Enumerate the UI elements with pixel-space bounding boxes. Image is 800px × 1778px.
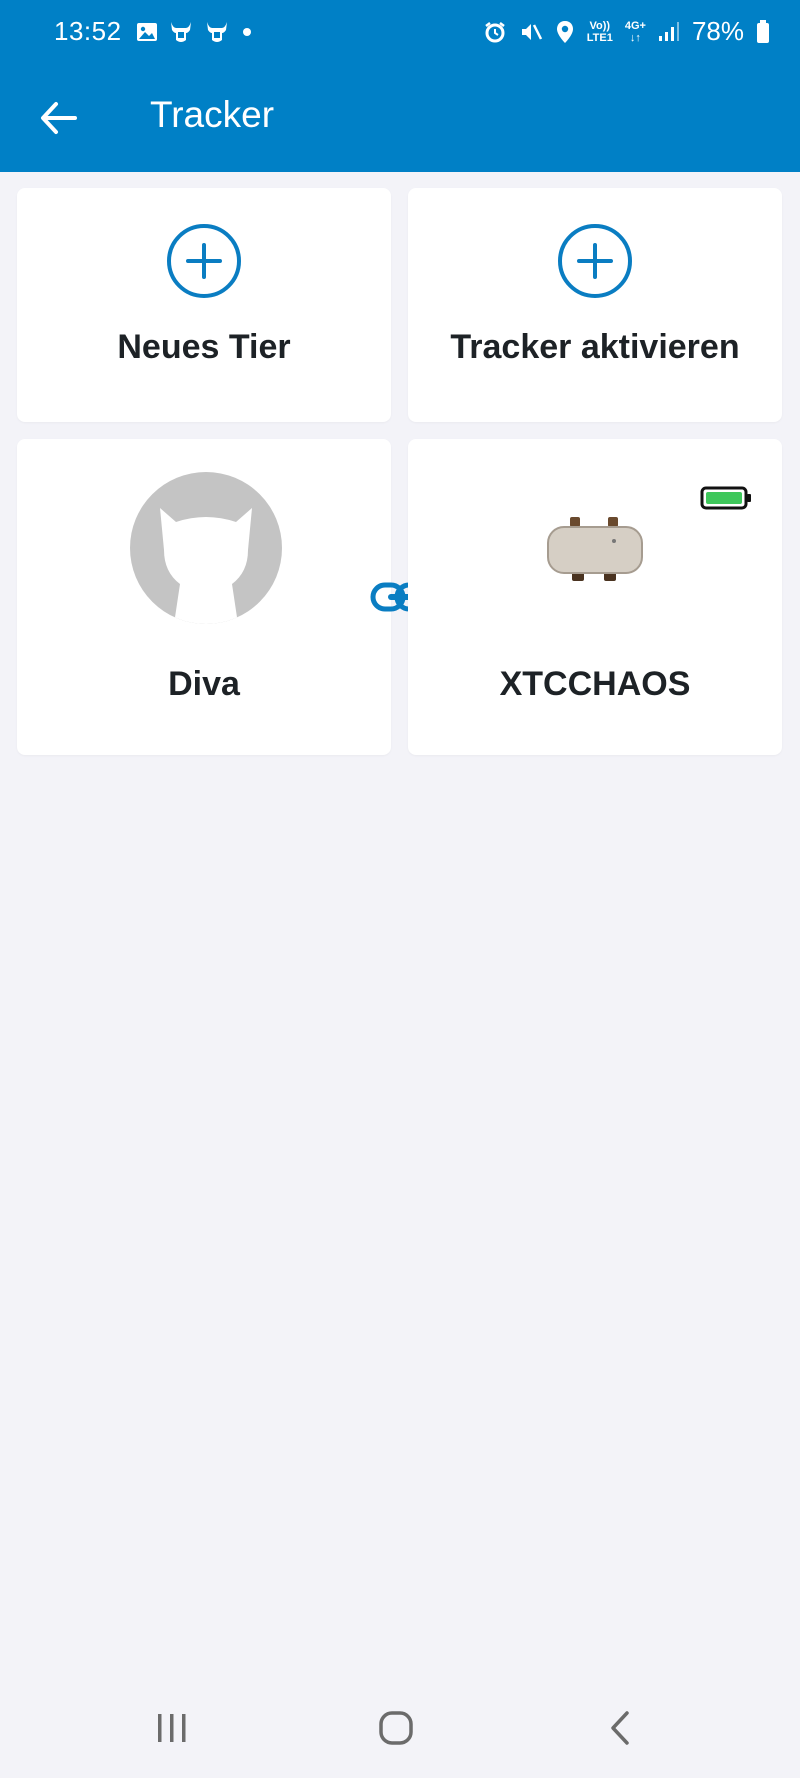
- toolbar: Tracker: [0, 80, 800, 156]
- mute-icon: [521, 23, 542, 40]
- signal-icon: [658, 21, 679, 41]
- gallery-icon: [137, 23, 157, 41]
- home-icon: [379, 1711, 413, 1745]
- battery-full-icon: [700, 486, 751, 510]
- battery-percent: 78%: [691, 16, 744, 46]
- pet-card[interactable]: Diva: [17, 439, 391, 755]
- activate-tracker-card[interactable]: Tracker aktivieren: [408, 188, 782, 422]
- location-icon: [556, 20, 573, 43]
- new-pet-label: Neues Tier: [117, 328, 291, 366]
- chevron-left-icon: [611, 1711, 629, 1745]
- pet-name: Diva: [168, 665, 240, 703]
- viking-helmet-icon: [171, 22, 191, 42]
- network-type-indicator: 4G+ ↓↑: [624, 19, 646, 44]
- cat-silhouette-icon: [130, 472, 282, 624]
- notification-icons: [136, 20, 254, 44]
- app-bar: 13:52 Vo)) LTE1 4G+ ↓↑ 78% Tracker: [0, 0, 800, 172]
- volte-indicator: Vo)) LTE1: [586, 19, 613, 44]
- status-bar: 13:52 Vo)) LTE1 4G+ ↓↑ 78%: [0, 0, 800, 70]
- activate-tracker-label: Tracker aktivieren: [450, 328, 740, 366]
- plus-circle-icon: [167, 224, 241, 298]
- new-pet-card[interactable]: Neues Tier: [17, 188, 391, 422]
- recent-apps-button[interactable]: [132, 1688, 212, 1768]
- back-button[interactable]: [28, 90, 88, 146]
- system-back-button[interactable]: [580, 1688, 660, 1768]
- arrow-left-icon: [41, 102, 77, 134]
- system-nav-bar: [0, 1690, 800, 1778]
- plus-circle-icon: [558, 224, 632, 298]
- dot-icon: [243, 28, 251, 36]
- tracker-name: XTCCHAOS: [499, 665, 691, 703]
- home-button[interactable]: [356, 1688, 436, 1768]
- tracker-device-image: [547, 517, 643, 581]
- battery-icon: [757, 19, 769, 43]
- status-right: Vo)) LTE1 4G+ ↓↑ 78%: [483, 16, 770, 47]
- alarm-icon: [485, 21, 505, 42]
- status-time: 13:52: [54, 16, 122, 46]
- tracker-card[interactable]: XTCCHAOS: [408, 439, 782, 755]
- recent-apps-icon: [158, 1714, 186, 1742]
- page-title: Tracker: [150, 94, 275, 135]
- viking-helmet-icon: [207, 22, 227, 42]
